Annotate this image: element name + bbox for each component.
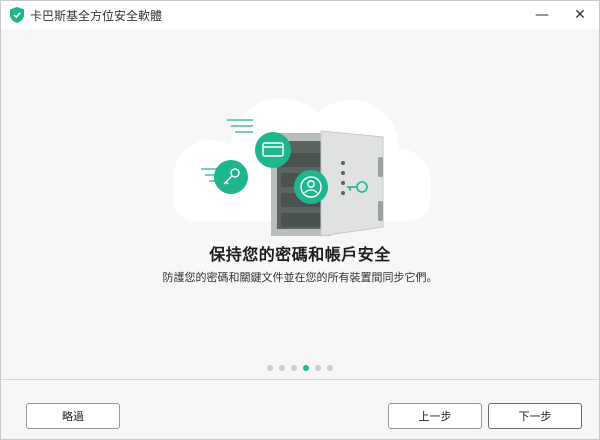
previous-button[interactable]: 上一步 bbox=[388, 403, 482, 429]
pagination-dot[interactable] bbox=[279, 365, 285, 371]
close-icon[interactable]: ✕ bbox=[561, 1, 599, 29]
pagination-dot[interactable] bbox=[291, 365, 297, 371]
shield-logo-icon bbox=[10, 7, 24, 23]
pagination-dot[interactable] bbox=[327, 365, 333, 371]
main-content: 保持您的密碼和帳戶安全 防護您的密碼和關鍵文件並在您的所有裝置間同步它們。 bbox=[1, 29, 599, 379]
pagination-dots bbox=[1, 365, 599, 371]
next-button[interactable]: 下一步 bbox=[488, 403, 582, 429]
minimize-icon[interactable]: — bbox=[523, 1, 561, 29]
skip-button[interactable]: 略過 bbox=[26, 403, 120, 429]
window-title: 卡巴斯基全方位安全軟體 bbox=[30, 8, 163, 23]
title-bar: 卡巴斯基全方位安全軟體 — ✕ bbox=[1, 1, 599, 29]
user-icon bbox=[294, 170, 328, 204]
footer-bar: 略過 上一步 下一步 bbox=[1, 379, 599, 439]
pagination-dot[interactable] bbox=[267, 365, 273, 371]
window-controls: — ✕ bbox=[523, 1, 599, 29]
page-heading: 保持您的密碼和帳戶安全 bbox=[209, 245, 391, 264]
page-description: 防護您的密碼和關鍵文件並在您的所有裝置間同步它們。 bbox=[162, 271, 438, 284]
app-window: 卡巴斯基全方位安全軟體 — ✕ 保持您的密碼和帳戶安全 防護您的密碼和關鍵文件並… bbox=[0, 0, 600, 440]
pagination-dot[interactable] bbox=[303, 365, 309, 371]
card-icon bbox=[255, 132, 291, 168]
safe-illustration bbox=[161, 93, 441, 243]
key-icon bbox=[214, 160, 248, 194]
pagination-dot[interactable] bbox=[315, 365, 321, 371]
